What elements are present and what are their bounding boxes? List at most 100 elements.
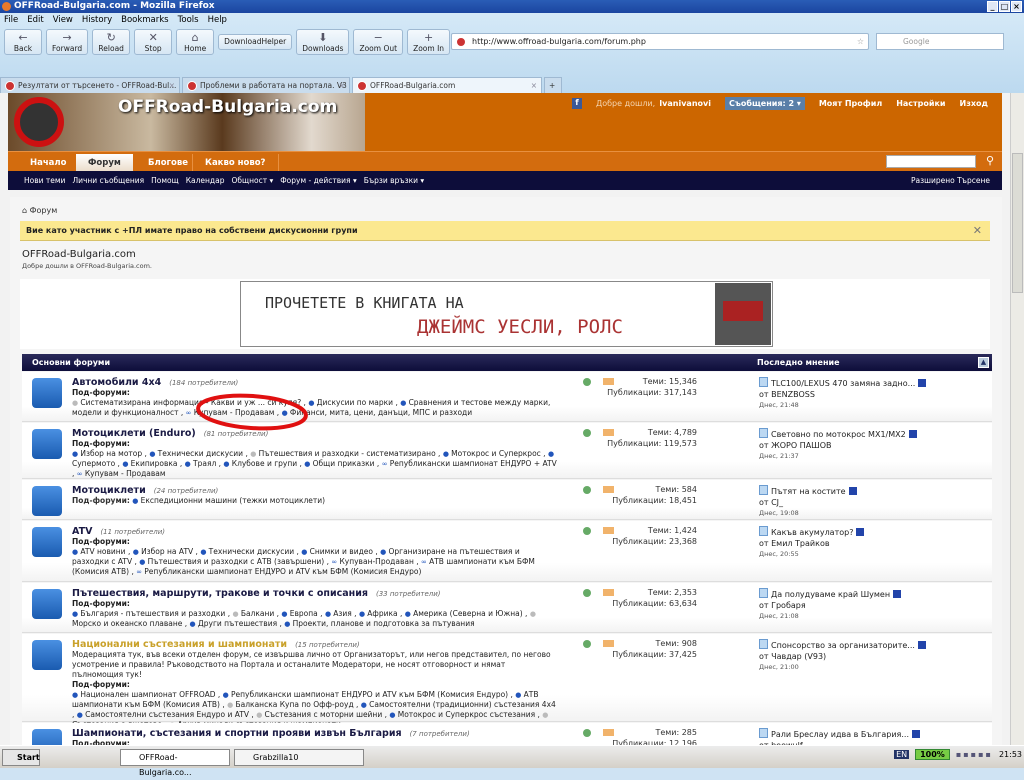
menu-tools[interactable]: Tools <box>178 15 199 25</box>
forum-title-text[interactable]: Национални състезания и шампионати <box>72 639 287 650</box>
logout-link[interactable]: Изход <box>960 99 988 108</box>
username-link[interactable]: Ivanivanovi <box>659 99 711 108</box>
forum-title[interactable]: ATV (11 потребители) <box>72 526 165 537</box>
forum-icon[interactable] <box>32 429 62 459</box>
browser-search-input[interactable]: Google <box>876 33 1004 50</box>
go-to-post-icon[interactable] <box>908 430 917 438</box>
subnav-item[interactable]: Помощ <box>151 171 179 190</box>
subforum-link[interactable]: Купуван-Продаван <box>339 557 413 566</box>
forum-icon[interactable] <box>32 589 62 619</box>
advanced-search-link[interactable]: Разширено Търсене <box>911 171 990 190</box>
forum-title-text[interactable]: ATV <box>72 526 92 537</box>
subforum-link[interactable]: Купувам - Продавам <box>85 469 166 478</box>
go-to-post-icon[interactable] <box>918 379 927 387</box>
forum-title[interactable]: Пътешествия, маршрути, тракове и точки с… <box>72 588 441 599</box>
subforum-link[interactable]: Избор на мотор <box>80 449 142 458</box>
forum-title-text[interactable]: Шампионати, състезания и спортни прояви … <box>72 728 402 739</box>
breadcrumb-forum[interactable]: Форум <box>30 206 58 215</box>
forum-icon[interactable] <box>32 378 62 408</box>
subforum-link[interactable]: Купувам - Продавам <box>194 408 275 417</box>
subforum-link[interactable]: Пътешествия и разходки с АТВ (завършени) <box>148 557 325 566</box>
collapse-icon[interactable]: ▲ <box>978 357 989 368</box>
subforum-link[interactable]: Азия <box>333 609 352 618</box>
forum-title-text[interactable]: Пътешествия, маршрути, тракове и точки с… <box>72 588 368 599</box>
subforum-link[interactable]: Общи приказки <box>313 459 375 468</box>
taskbar-grabzilla[interactable]: Grabzilla10 <box>234 749 364 766</box>
forum-icon[interactable] <box>32 640 62 670</box>
subforum-link[interactable]: Балканска Купа по Офф-роуд <box>236 700 354 709</box>
subnav-item[interactable]: Календар <box>186 171 225 190</box>
subnav-item[interactable]: Бързи връзки ▾ <box>364 171 424 190</box>
last-post-author[interactable]: от Гробаря <box>759 600 901 611</box>
settings-link[interactable]: Настройки <box>896 99 945 108</box>
forum-title-text[interactable]: Мотоциклети (Enduro) <box>72 428 196 439</box>
subnav-item[interactable]: Нови теми <box>24 171 65 190</box>
subforum-link[interactable]: Африка <box>367 609 397 618</box>
close-tab-icon[interactable]: × <box>339 78 345 93</box>
subforum-link[interactable]: Самостоятелни състезания Ендуро и ATV <box>85 710 249 719</box>
maximize-button[interactable]: □ <box>999 1 1010 12</box>
subforum-link[interactable]: Технически дискусии <box>158 449 243 458</box>
bookmark-star-icon[interactable]: ☆ <box>857 34 864 49</box>
menu-file[interactable]: File <box>4 15 18 25</box>
subforum-link[interactable]: Финанси, мита, цени, данъци, МПС и разхо… <box>290 408 472 417</box>
last-post-title[interactable]: Световно по мотокрос MX1/MX2 <box>771 430 906 439</box>
messages-menu[interactable]: Съобщения: 2 ▾ <box>724 97 805 110</box>
last-post-title[interactable]: Рали Бреслау идва в България... <box>771 730 909 739</box>
minimize-button[interactable]: _ <box>987 1 998 12</box>
go-to-post-icon[interactable] <box>893 590 902 598</box>
nav-forum[interactable]: Форум <box>76 154 133 172</box>
forum-title[interactable]: Автомобили 4x4 (184 потребители) <box>72 377 238 388</box>
subforum-link[interactable]: Мотокрос и Суперкрос <box>451 449 541 458</box>
downloads-button[interactable]: ⬇ Downloads <box>296 29 350 55</box>
subforum-link[interactable]: Републикански шампионат ЕНДУРО + ATV <box>390 459 557 468</box>
forum-title[interactable]: Мотоциклети (Enduro) (81 потребители) <box>72 428 268 439</box>
zoom-indicator[interactable]: 100% <box>915 749 950 760</box>
new-tab-button[interactable]: + <box>544 77 562 93</box>
subforum-link[interactable]: Национален шампионат OFFROAD <box>80 690 215 699</box>
taskbar-firefox[interactable]: OFFRoad-Bulgaria.co... <box>120 749 230 777</box>
menu-history[interactable]: History <box>82 15 112 25</box>
browser-tab[interactable]: Проблеми в работата на портала. V3 × <box>182 77 350 93</box>
subforum-link[interactable]: Избор на ATV <box>141 547 193 556</box>
subnav-item[interactable]: Общност ▾ <box>231 171 273 190</box>
home-button[interactable]: ⌂ Home <box>176 29 215 55</box>
back-button[interactable]: ← Back <box>4 29 42 55</box>
subforum-link[interactable]: Мотокрос и Суперкрос състезания <box>398 710 535 719</box>
subforum-link[interactable]: Експедиционни машини (тежки мотоциклети) <box>141 496 326 505</box>
home-icon[interactable]: ⌂ <box>22 206 27 215</box>
facebook-icon[interactable]: f <box>571 98 582 109</box>
menu-help[interactable]: Help <box>208 15 227 25</box>
last-post-author[interactable]: от Емил Трайков <box>759 538 864 549</box>
menu-edit[interactable]: Edit <box>27 15 43 25</box>
dismiss-notice-icon[interactable]: ✕ <box>973 221 982 241</box>
menu-bookmarks[interactable]: Bookmarks <box>121 15 169 25</box>
subforum-link[interactable]: Траял <box>193 459 216 468</box>
forward-button[interactable]: → Forward <box>46 29 89 55</box>
close-tab-icon[interactable]: × <box>169 78 175 93</box>
go-to-post-icon[interactable] <box>917 641 926 649</box>
subforum-link[interactable]: Америка (Северна и Южна) <box>413 609 523 618</box>
last-post-title[interactable]: TLC100/LEXUS 470 замяна задно... <box>771 379 915 388</box>
site-search-input[interactable] <box>886 155 976 168</box>
subforum-link[interactable]: ATV новини <box>80 547 125 556</box>
forum-title[interactable]: Мотоциклети (24 потребители) <box>72 485 218 496</box>
subforum-link[interactable]: Други пътешествия <box>198 619 277 628</box>
language-indicator[interactable]: EN <box>894 750 910 759</box>
close-button[interactable]: × <box>1011 1 1022 12</box>
subforum-link[interactable]: Балкани <box>241 609 274 618</box>
downloadhelper-button[interactable]: DownloadHelper <box>218 34 293 50</box>
scrollbar-thumb[interactable] <box>1012 153 1023 293</box>
nav-home[interactable]: Начало <box>18 154 79 172</box>
subforum-link[interactable]: Снимки и видео <box>310 547 373 556</box>
book-ad-banner[interactable]: ПРОЧЕТЕТЕ В КНИГАТА НА ДЖЕЙМС УЕСЛИ, РОЛС <box>240 281 773 347</box>
subforum-link[interactable]: Клубове и групи <box>232 459 297 468</box>
subforum-link[interactable]: България - пътешествия и разходки <box>80 609 225 618</box>
forum-icon[interactable] <box>32 486 62 516</box>
subforum-link[interactable]: Супермото <box>72 459 115 468</box>
subforum-link[interactable]: Систематизирана информация - Какви и уж … <box>80 398 301 407</box>
subforum-link[interactable]: Самостоятелни (традиционни) състезания 4… <box>369 700 556 709</box>
url-bar[interactable]: http://www.offroad-bulgaria.com/forum.ph… <box>451 33 869 50</box>
subnav-item[interactable]: Форум - действия ▾ <box>280 171 357 190</box>
forum-title-text[interactable]: Мотоциклети <box>72 485 146 496</box>
